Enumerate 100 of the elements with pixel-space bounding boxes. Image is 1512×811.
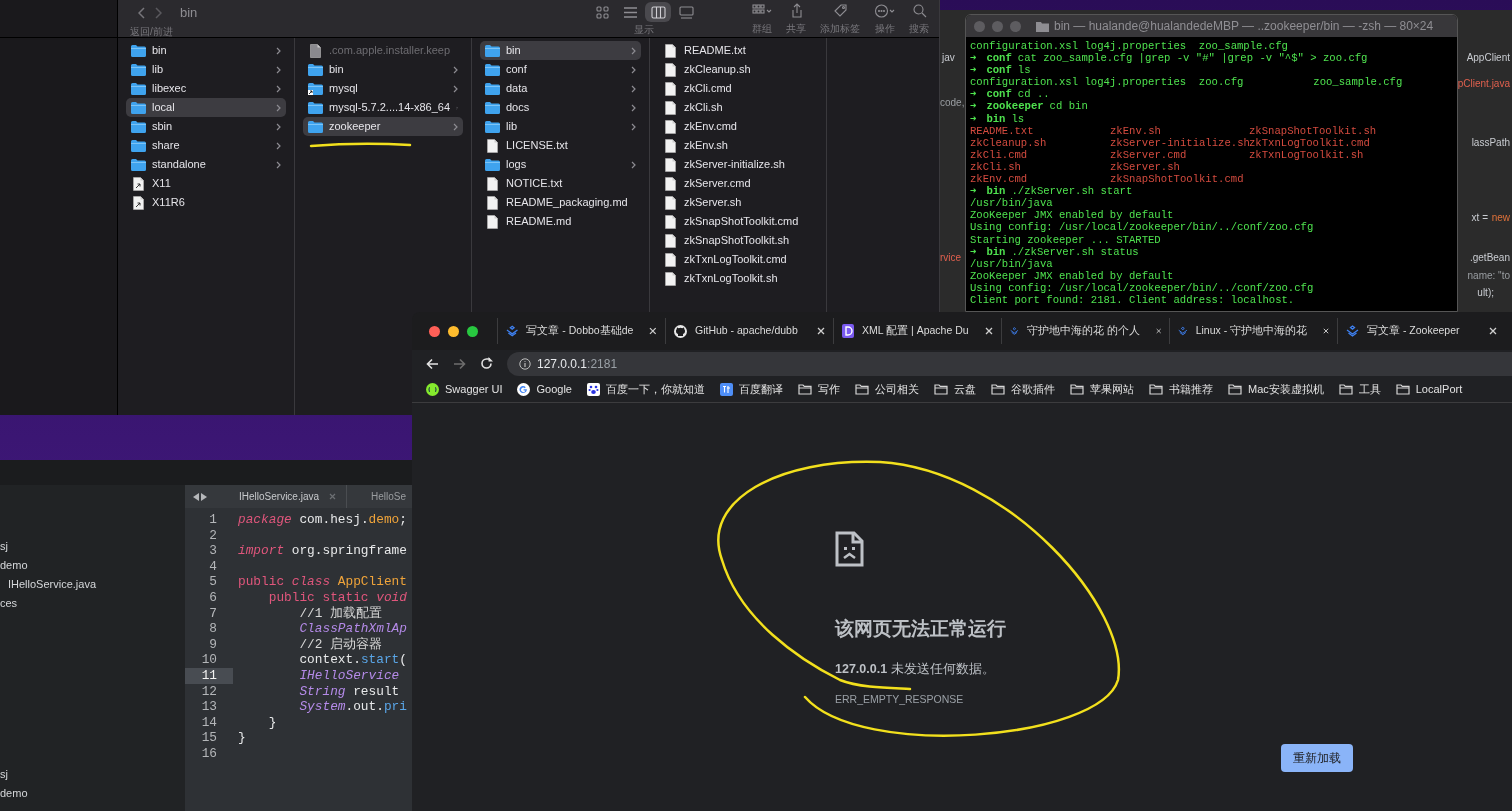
folder-icon (1036, 20, 1049, 32)
bookmark[interactable]: 百度翻译 (719, 381, 783, 398)
tree-item[interactable]: demo (0, 785, 28, 802)
reload-button[interactable]: 重新加载 (1281, 744, 1353, 772)
file-row[interactable]: LICENSE.txt (480, 136, 641, 155)
address-bar[interactable]: 127.0.0.1:2181 (507, 351, 1512, 376)
reload-icon[interactable] (480, 357, 493, 370)
file-row[interactable]: zkTxnLogToolkit.cmd (658, 250, 818, 269)
bookmark[interactable]: LocalPort (1395, 381, 1463, 398)
file-row[interactable]: zkSnapShotToolkit.sh (658, 231, 818, 250)
bookmark[interactable]: 书籍推荐 (1148, 381, 1213, 398)
prompt-arrow: ➜ (970, 100, 977, 113)
file-row[interactable]: mysql-5.7.2....14-x86_64 (303, 98, 463, 117)
line-number: 3 (208, 543, 218, 559)
browser-tab[interactable]: 守护地中海的花 的个人 (1001, 318, 1169, 344)
layers-icon (1346, 325, 1359, 337)
code-fragment: jav (942, 51, 955, 65)
file-row[interactable]: zkServer.cmd (658, 174, 818, 193)
file-row[interactable]: lib (480, 117, 641, 136)
file-row[interactable]: data (480, 79, 641, 98)
browser-tab[interactable]: Linux - 守护地中海的花 (1169, 318, 1337, 344)
file-row[interactable]: zkCli.sh (658, 98, 818, 117)
icons-view-icon (594, 4, 610, 20)
bookmark[interactable]: 云盘 (933, 381, 976, 398)
file-row[interactable]: sbin (126, 117, 286, 136)
file-row[interactable]: zkServer.sh (658, 193, 818, 212)
list-view-icon (622, 4, 638, 20)
window-minimize-button[interactable] (448, 325, 459, 337)
file-row[interactable]: zkCli.cmd (658, 79, 818, 98)
bookmark[interactable]: 公司相关 (854, 381, 919, 398)
code-fragment: name: "to (1467, 269, 1510, 283)
next-icon[interactable] (201, 492, 207, 501)
file-row[interactable]: zkEnv.cmd (658, 117, 818, 136)
line-number: 7 (208, 605, 218, 622)
forward-icon[interactable] (453, 357, 466, 370)
file-row[interactable]: docs (480, 98, 641, 117)
error-message: 127.0.0.1 未发送任何数据。 (835, 660, 996, 678)
previous-icon[interactable] (193, 492, 199, 501)
folder-icon (308, 120, 323, 133)
document-icon (665, 271, 676, 286)
file-row[interactable]: bin (303, 60, 463, 79)
view-mode-button[interactable] (645, 2, 671, 22)
file-row[interactable]: X11R6 (126, 193, 286, 212)
file-row[interactable]: zkCleanup.sh (658, 60, 818, 79)
file-row[interactable]: README.md (480, 212, 641, 231)
bookmark[interactable]: 苹果网站 (1069, 381, 1134, 398)
file-row[interactable]: mysql (303, 79, 463, 98)
file-row[interactable]: zkServer-initialize.sh (658, 155, 818, 174)
bookmark[interactable]: Swagger UI (426, 381, 503, 398)
tree-item[interactable]: sj (0, 766, 8, 783)
code-line: context.start( (298, 652, 407, 668)
terminal-text: zkEnv.sh (1110, 124, 1162, 137)
tag-icon (832, 3, 848, 18)
layers-icon (1178, 325, 1188, 337)
bookmark[interactable]: 写作 (797, 381, 840, 398)
file-row[interactable]: README_packaging.md (480, 193, 641, 212)
file-row[interactable]: X11 (126, 174, 286, 193)
tree-item[interactable]: ces (0, 595, 18, 612)
folder-icon (854, 384, 869, 395)
file-row[interactable]: zkSnapShotToolkit.cmd (658, 212, 818, 231)
window-close-button[interactable] (429, 325, 440, 337)
terminal-text: Using config: /usr/local/zookeeper/bin/../conf/zoo.cfg (970, 281, 1315, 294)
bookmark[interactable]: 百度一下，你就知道 (586, 381, 705, 398)
chevron-right-icon (631, 46, 636, 55)
terminal-text: zkSnapShotToolkit.cmd (1110, 173, 1245, 186)
file-row[interactable]: share (126, 136, 286, 155)
bookmark[interactable]: Mac安装虚拟机 (1227, 381, 1324, 398)
file-row[interactable]: NOTICE.txt (480, 174, 641, 193)
file-row[interactable]: logs (480, 155, 641, 174)
file-row[interactable]: zkEnv.sh (658, 136, 818, 155)
file-row[interactable]: conf (480, 60, 641, 79)
info-icon[interactable] (519, 357, 531, 370)
window-zoom-button[interactable] (467, 325, 478, 337)
browser-tab[interactable]: 写文章 - Zookeeper (1337, 318, 1505, 344)
file-row[interactable]: lib (126, 60, 286, 79)
line-number: 8 (208, 621, 218, 637)
prompt-arrow: ➜ (970, 112, 977, 125)
browser-tab[interactable]: XML 配置 | Apache Du (833, 318, 1001, 344)
chevron-right-icon (631, 122, 636, 131)
terminal-text: zkSnapShotToolkit.sh (1249, 124, 1378, 137)
file-row[interactable]: bin (126, 41, 286, 60)
browser-tab[interactable]: 写文章 - Dobbo基础de (497, 318, 665, 344)
bookmark[interactable]: 谷歌插件 (990, 381, 1055, 398)
code-line: ClassPathXmlAp (298, 621, 407, 637)
file-row[interactable]: libexec (126, 79, 286, 98)
editor-tab[interactable]: IHelloService.java (215, 485, 348, 508)
file-row[interactable]: zkTxnLogToolkit.sh (658, 269, 818, 288)
line-number: 10 (200, 652, 218, 668)
bookmark[interactable]: 工具 (1338, 381, 1381, 398)
file-row[interactable]: bin (480, 41, 641, 60)
browser-tab[interactable]: GitHub - apache/dubb (665, 318, 833, 344)
tree-item[interactable]: demo (0, 557, 28, 574)
file-row[interactable]: local (126, 98, 286, 117)
file-row[interactable]: zookeeper (303, 117, 463, 136)
bookmark[interactable]: Google (517, 381, 572, 398)
tree-item[interactable]: IHelloService.java (8, 576, 97, 593)
file-row[interactable]: standalone (126, 155, 286, 174)
chevron-right-icon (631, 160, 636, 169)
tree-item[interactable]: sj (0, 538, 8, 555)
file-row[interactable]: README.txt (658, 41, 818, 60)
